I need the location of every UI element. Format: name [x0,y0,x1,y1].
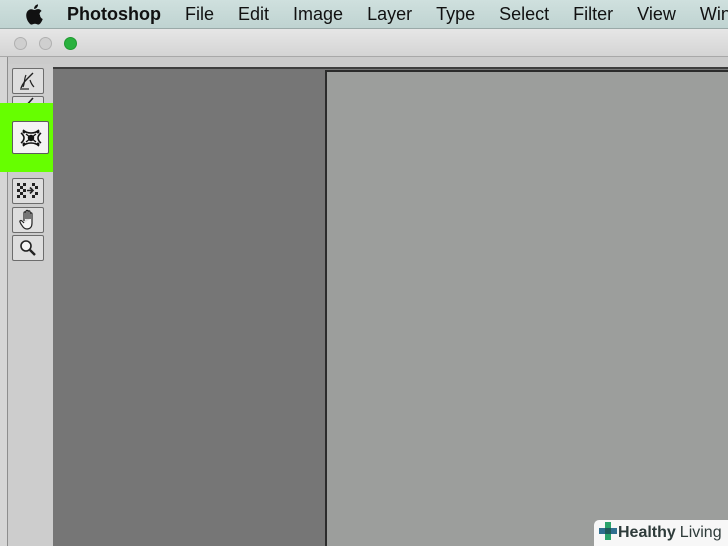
menu-window[interactable]: Wind [700,4,728,25]
menu-layer[interactable]: Layer [367,4,412,25]
checker-move-tool-button[interactable] [12,178,44,204]
plus-icon [598,521,618,546]
menu-type[interactable]: Type [436,4,475,25]
apple-icon[interactable] [25,3,45,25]
checker-move-tool-icon [16,182,40,200]
puppet-warp-tool-button[interactable] [12,121,49,154]
menu-image[interactable]: Image [293,4,343,25]
hand-tool-icon [18,209,38,231]
zoom-tool-button[interactable] [12,235,44,261]
watermark-brand-2: Living [679,524,722,541]
watermark-brand: Healthy [618,524,676,541]
menu-select[interactable]: Select [499,4,549,25]
menu-filter[interactable]: Filter [573,4,613,25]
brush-tool-button[interactable] [12,68,44,94]
zoom-window-button[interactable] [64,37,77,50]
watermark-logo: Healthy Living [594,520,728,546]
puppet-warp-tool-icon [18,127,44,149]
zoom-tool-icon [18,238,38,258]
window-title-bar [0,29,728,57]
menu-bar: Photoshop File Edit Image Layer Type Sel… [0,0,728,29]
brush-tool-icon [17,71,39,91]
pasteboard-border [53,67,728,69]
menu-photoshop[interactable]: Photoshop [67,4,161,25]
menu-view[interactable]: View [637,4,676,25]
minimize-window-button[interactable] [39,37,52,50]
menu-edit[interactable]: Edit [238,4,269,25]
hand-tool-button[interactable] [12,207,44,233]
menu-file[interactable]: File [185,4,214,25]
document-canvas[interactable] [325,70,728,546]
close-window-button[interactable] [14,37,27,50]
